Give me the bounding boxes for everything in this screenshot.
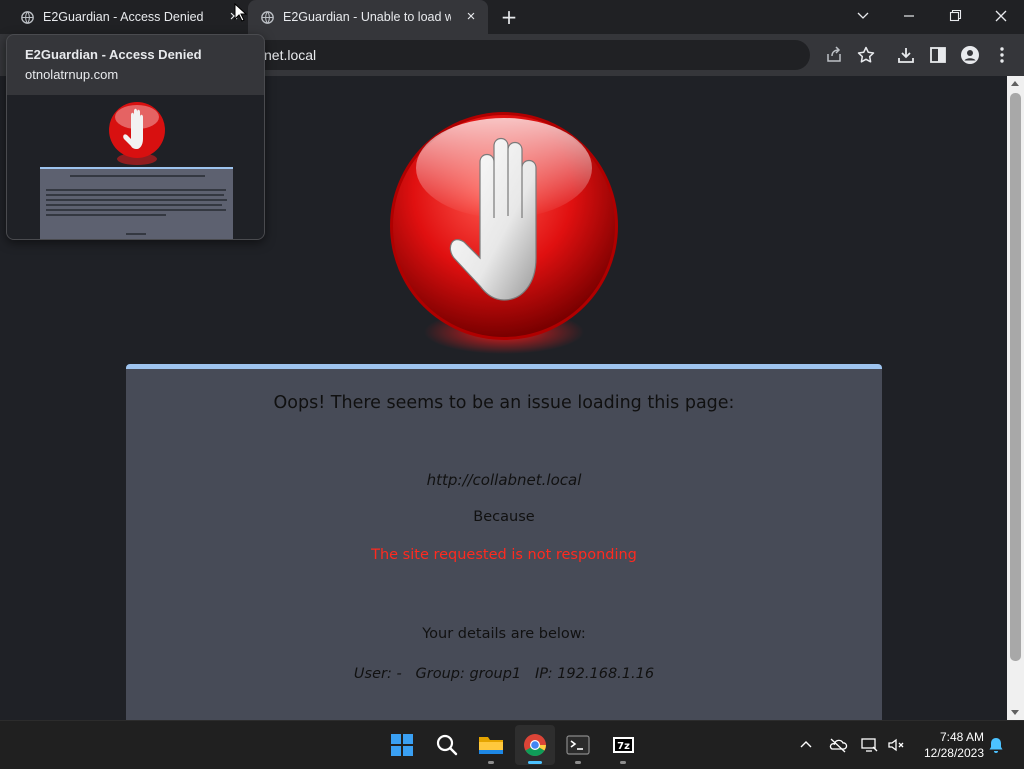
tab-hover-card: E2Guardian - Access Denied otnolatrnup.c… [6,34,265,240]
chrome-button[interactable] [515,725,555,765]
tab-title: E2Guardian - Unable to load we [283,10,451,24]
search-button[interactable] [427,725,467,765]
onedrive-offline-icon[interactable] [828,735,848,755]
start-button[interactable] [382,725,422,765]
profile-icon[interactable] [960,45,980,65]
show-hidden-icons-chevron-icon[interactable] [796,735,816,755]
preview-panel [40,167,233,239]
restore-icon[interactable] [944,6,966,26]
file-explorer-button[interactable] [471,725,511,765]
7zip-button[interactable]: 7z [603,725,643,765]
side-panel-icon[interactable] [928,45,948,65]
file-explorer-icon [479,737,503,754]
tab-strip: E2Guardian - Access Denied × E2Guardian … [0,0,1024,34]
clock-time: 7:48 AM [939,730,984,744]
tab-unable-to-load[interactable]: E2Guardian - Unable to load we × [248,0,488,34]
close-tab-icon[interactable]: × [464,9,478,24]
notification-bell-icon[interactable] [986,735,1006,755]
hover-card-domain: otnolatrnup.com [25,67,119,82]
globe-icon [21,10,34,24]
error-heading: Oops! There seems to be an issue loading… [273,393,735,413]
windows-taskbar: 7z 7:48 AM 12/28/2023 [0,720,1024,769]
scrollbar-thumb[interactable] [1010,93,1021,661]
address-bar[interactable]: net.local [240,40,810,70]
blocked-url: http://collabnet.local [426,471,582,489]
tab-title: E2Guardian - Access Denied [43,10,204,24]
vertical-scrollbar[interactable] [1007,76,1024,720]
globe-icon [261,10,274,24]
error-reason: The site requested is not responding [371,547,637,563]
user-details: User: - Group: group1 IP: 192.168.1.16 [353,666,655,682]
chrome-icon [524,734,546,756]
tab-preview-thumbnail [7,95,264,239]
minimize-icon[interactable] [898,6,920,26]
bookmark-star-icon[interactable] [856,45,876,65]
start-icon [391,734,413,756]
stop-hand-icon [390,112,618,354]
system-clock[interactable]: 7:48 AM 12/28/2023 [914,729,984,761]
display-icon[interactable] [860,735,880,755]
address-url: net.local [264,47,317,63]
tab-access-denied[interactable]: E2Guardian - Access Denied × [0,0,248,34]
terminal-button[interactable] [558,725,598,765]
menu-kebab-icon[interactable] [992,45,1012,65]
close-window-icon[interactable] [990,6,1012,26]
new-tab-button[interactable]: + [499,7,519,27]
scroll-up-arrow-icon[interactable] [1011,81,1019,86]
clock-date: 12/28/2023 [923,746,984,760]
share-icon[interactable] [824,45,844,65]
svg-text:7z: 7z [617,741,630,752]
scroll-down-arrow-icon[interactable] [1011,710,1019,715]
hover-card-title: E2Guardian - Access Denied [25,47,202,62]
stop-hand-icon [109,102,165,165]
terminal-icon [566,735,590,755]
7zip-icon: 7z [613,737,634,753]
download-icon[interactable] [896,45,916,65]
details-heading: Your details are below: [422,626,586,642]
volume-muted-icon[interactable] [886,735,906,755]
search-icon [436,734,458,756]
mouse-cursor-icon [234,3,248,22]
error-panel: Oops! There seems to be an issue loading… [126,364,882,720]
because-label: Because [473,509,535,525]
tab-search-chevron-icon[interactable] [852,6,874,26]
